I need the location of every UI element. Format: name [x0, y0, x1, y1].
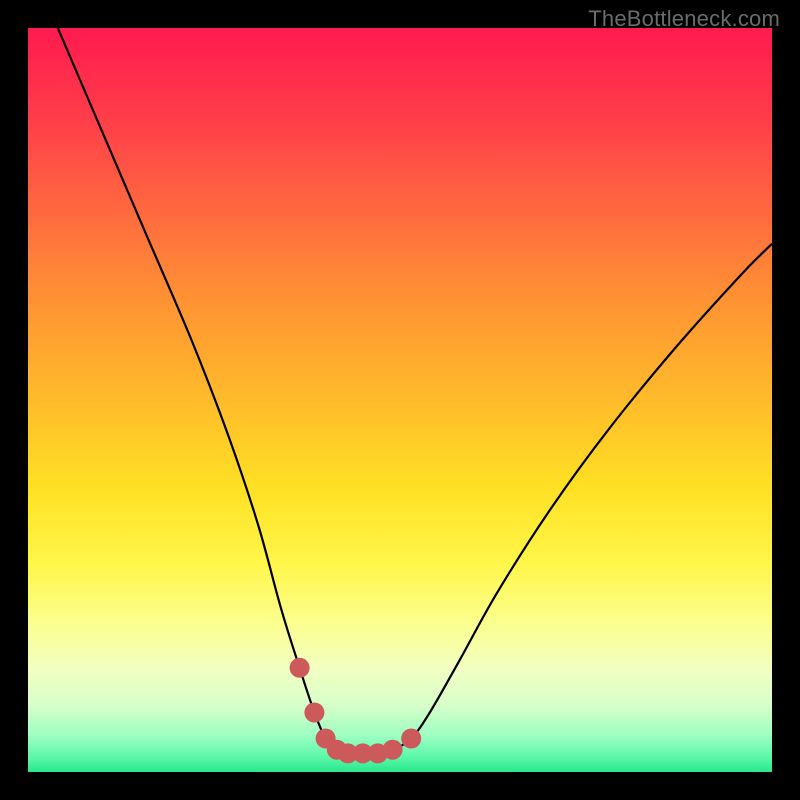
- chart-container: TheBottleneck.com: [0, 0, 800, 800]
- highlight-point: [304, 703, 324, 723]
- highlight-markers: [290, 658, 422, 764]
- bottleneck-curve: [58, 28, 772, 754]
- curve-svg: [28, 28, 772, 772]
- highlight-point: [383, 740, 403, 760]
- plot-area: [28, 28, 772, 772]
- highlight-point: [401, 729, 421, 749]
- highlight-point: [290, 658, 310, 678]
